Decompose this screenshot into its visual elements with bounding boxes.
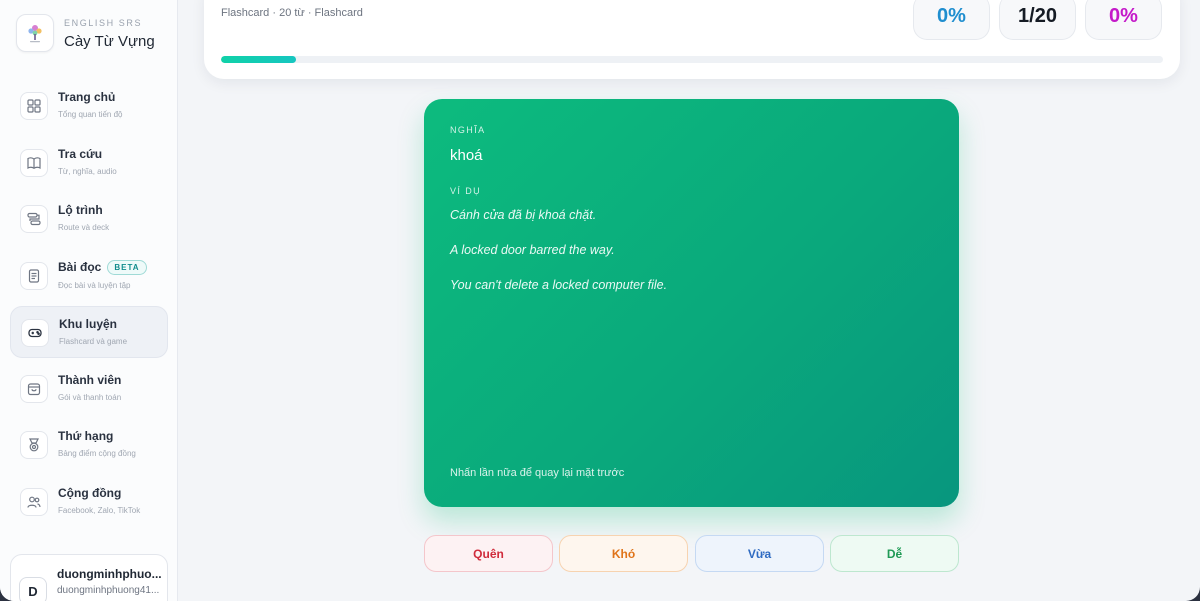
user-name: duongminhphuo... [57, 567, 161, 581]
user-profile-card[interactable]: D duongminhphuo... duongminhphuong41... [10, 554, 168, 601]
sidebar-item-sub: Flashcard và game [59, 337, 128, 346]
sidebar-item-label: Cộng đồng [58, 485, 122, 500]
sidebar-item-label: Khu luyện [59, 317, 118, 331]
rating-buttons: Quên Khó Vừa Dễ [424, 535, 959, 572]
medal-icon [20, 431, 48, 459]
gamepad-icon [21, 319, 49, 347]
session-meta: Flashcard · 20 từ · Flashcard [221, 7, 363, 19]
hard-button[interactable]: Khó [559, 535, 688, 572]
flashcard-back[interactable]: NGHĨA khoá VÍ DỤ Cánh cửa đã bị khoá chặ… [424, 99, 959, 507]
example-sentence: Cánh cửa đã bị khoá chặt. [450, 208, 597, 222]
sidebar-item-ranking[interactable]: Thứ hạng Bảng điểm cộng đồng [10, 419, 168, 471]
brand[interactable]: ENGLISH SRS Cày Từ Vựng [16, 14, 155, 52]
book-icon [20, 148, 48, 177]
sidebar-item-sub: Đọc bài và luyện tập [58, 280, 131, 290]
accuracy-stat: 0% [913, 0, 990, 40]
sidebar-item-practice[interactable]: Khu luyện Flashcard và game [10, 306, 168, 358]
sidebar-item-membership[interactable]: Thành viên Gói và thanh toán [10, 363, 168, 415]
sidebar-item-label: Thứ hạng [58, 429, 114, 443]
sidebar-item-sub: Từ, nghĩa, audio [58, 166, 117, 176]
avatar: D [19, 577, 47, 601]
ok-button[interactable]: Vừa [695, 535, 824, 572]
progress-count-stat: 1/20 [999, 0, 1076, 40]
sidebar-item-reading[interactable]: Bài đọc BETA Đọc bài và luyện tập [10, 250, 168, 302]
document-icon [20, 261, 48, 290]
user-email: duongminhphuong41... [57, 585, 160, 596]
sidebar-item-label-row: Bài đọc BETA [58, 259, 147, 275]
beta-badge: BETA [107, 259, 147, 275]
sidebar-item-label: Tra cứu [58, 146, 103, 161]
grid-icon [20, 92, 48, 120]
example-sentence: A locked door barred the way. [450, 243, 615, 257]
users-icon [20, 487, 48, 516]
route-icon [20, 205, 48, 233]
tree-logo-icon [16, 14, 54, 52]
bag-icon [20, 374, 48, 403]
forgot-button[interactable]: Quên [424, 535, 553, 572]
session-header: Flashcard · 20 từ · Flashcard 0% 1/20 0% [204, 0, 1180, 79]
sidebar-item-label: Trang chủ [58, 90, 116, 104]
sidebar: ENGLISH SRS Cày Từ Vựng Trang chủ Tổng q… [0, 0, 178, 601]
sidebar-item-home[interactable]: Trang chủ Tổng quan tiến độ [10, 80, 168, 132]
sidebar-item-label: Bài đọc [58, 260, 102, 274]
sidebar-nav: Trang chủ Tổng quan tiến độ Tra cứu Từ, … [10, 80, 168, 532]
brand-kicker: ENGLISH SRS [64, 18, 143, 28]
sidebar-item-community[interactable]: Cộng đồng Facebook, Zalo, TikTok [10, 476, 168, 528]
session-progress-fill [221, 56, 297, 63]
sidebar-item-sub: Gói và thanh toán [58, 392, 122, 402]
flip-hint: Nhấn lần nữa để quay lại mặt trước [450, 467, 625, 479]
sidebar-item-sub: Bảng điểm cộng đồng [58, 449, 136, 458]
sidebar-item-label: Thành viên [58, 372, 122, 387]
easy-button[interactable]: Dễ [830, 535, 959, 572]
sidebar-item-label: Lộ trình [58, 203, 103, 217]
brand-name: Cày Từ Vựng [64, 33, 155, 50]
sidebar-item-lookup[interactable]: Tra cứu Từ, nghĩa, audio [10, 137, 168, 189]
session-progress-bar [221, 56, 1163, 63]
app-window: ENGLISH SRS Cày Từ Vựng Trang chủ Tổng q… [0, 0, 1200, 601]
example-sentence: You can't delete a locked computer file. [450, 278, 668, 292]
meaning-label: NGHĨA [450, 125, 486, 135]
example-label: VÍ DỤ [450, 186, 482, 196]
sidebar-item-sub: Route và deck [58, 223, 110, 232]
meaning-text: khoá [450, 147, 483, 164]
example-list: Cánh cửa đã bị khoá chặt. A locked door … [450, 208, 667, 313]
sidebar-item-sub: Facebook, Zalo, TikTok [58, 505, 141, 515]
score-stat: 0% [1085, 0, 1162, 40]
sidebar-item-sub: Tổng quan tiến độ [58, 110, 123, 119]
sidebar-item-route[interactable]: Lộ trình Route và deck [10, 193, 168, 245]
